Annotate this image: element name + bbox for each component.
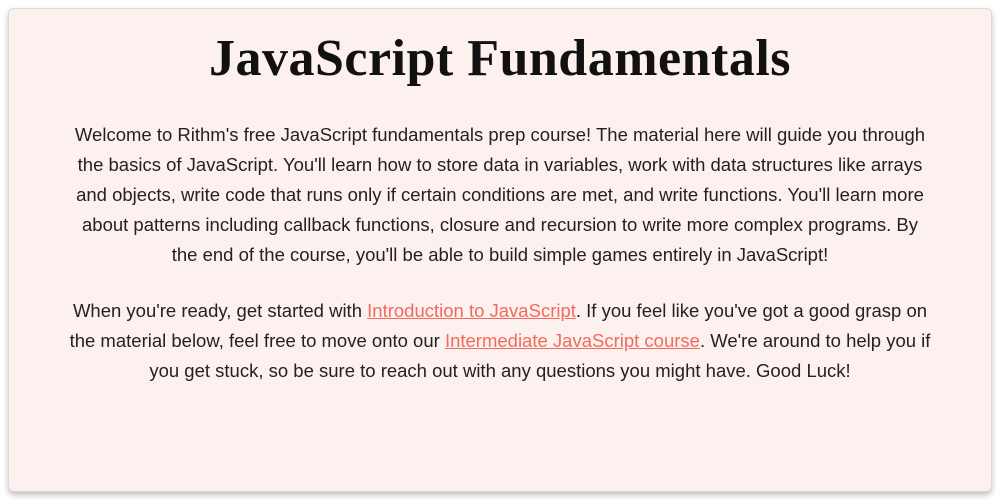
- intro-paragraph-1: Welcome to Rithm's free JavaScript funda…: [69, 120, 931, 270]
- intro-to-javascript-link[interactable]: Introduction to JavaScript: [367, 300, 576, 321]
- para2-text-a: When you're ready, get started with: [73, 300, 367, 321]
- page-title: JavaScript Fundamentals: [69, 29, 931, 88]
- course-intro-card: JavaScript Fundamentals Welcome to Rithm…: [8, 8, 992, 492]
- intermediate-javascript-link[interactable]: Intermediate JavaScript course: [445, 330, 700, 351]
- intro-paragraph-2: When you're ready, get started with Intr…: [69, 296, 931, 386]
